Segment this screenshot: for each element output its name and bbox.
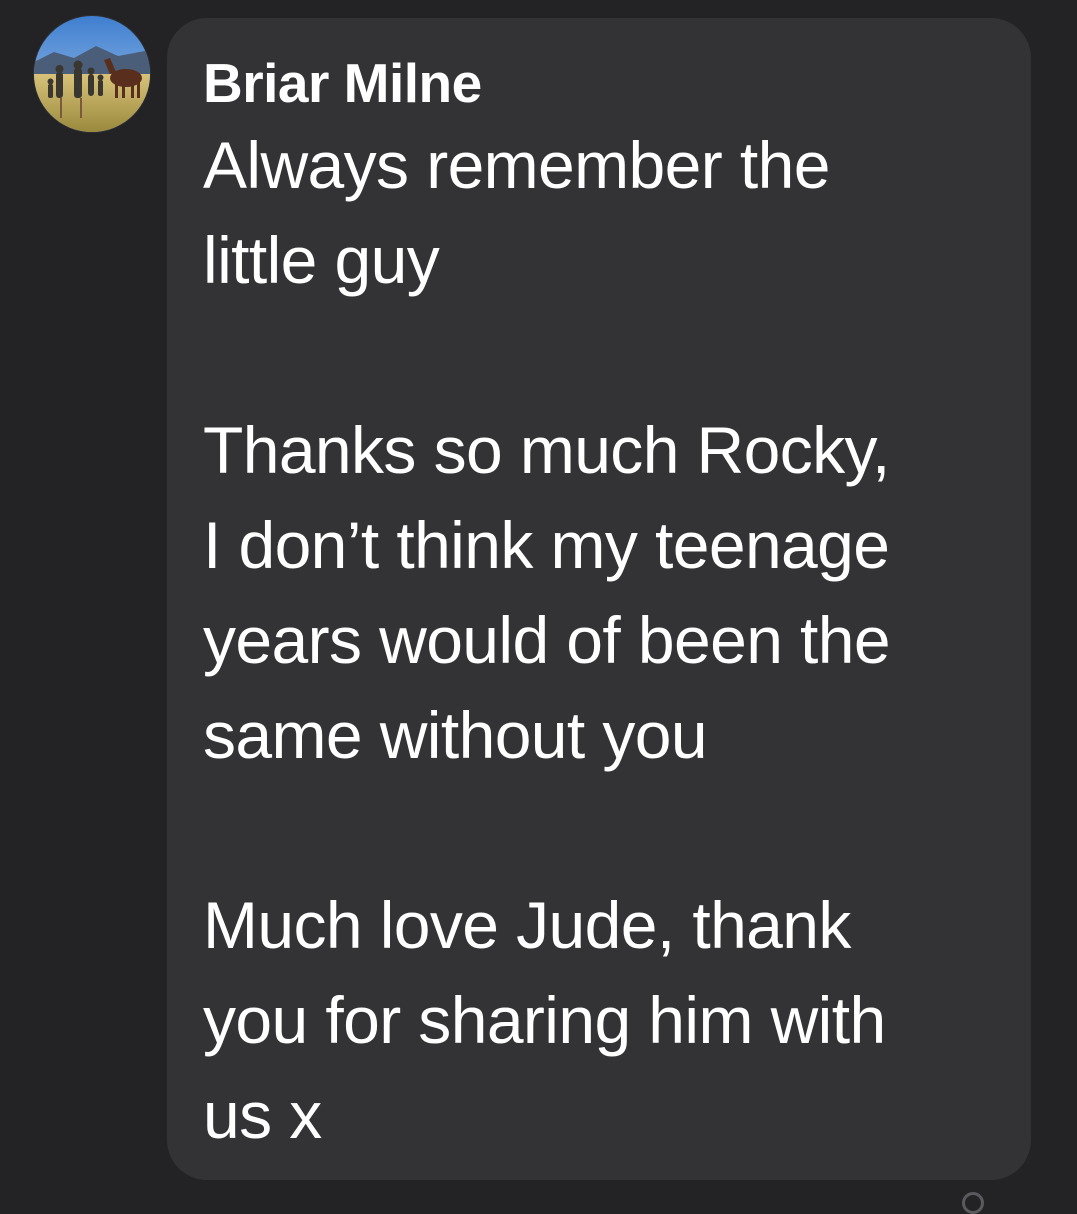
comment-paragraph: Always remember the little guy [203,128,830,297]
comment-bubble: Briar Milne Always remember the little g… [167,18,1031,1180]
comment-paragraph: Thanks so much Rocky, I don’t think my t… [203,413,891,772]
comment-body: Always remember the little guy Thanks so… [203,118,995,1163]
comment-author-name[interactable]: Briar Milne [203,48,995,118]
profile-photo-icon [34,16,150,132]
reaction-indicator-icon [962,1192,984,1214]
comment-row: Briar Milne Always remember the little g… [0,0,1077,1214]
avatar[interactable] [34,16,150,132]
comment-paragraph: Much love Jude, thank you for sharing hi… [203,888,886,1152]
